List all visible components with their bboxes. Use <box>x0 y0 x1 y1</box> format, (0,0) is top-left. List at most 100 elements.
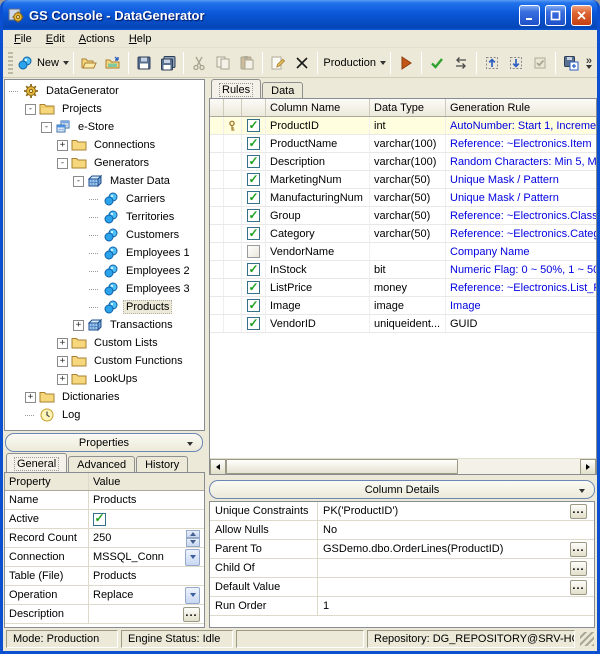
tree-item-log[interactable]: Log <box>5 406 204 424</box>
menu-help[interactable]: Help <box>122 31 159 47</box>
tree-item-transactions[interactable]: +Transactions <box>5 316 204 334</box>
rule-row-productname[interactable]: ProductName varchar(100) Reference: ~Ele… <box>210 135 596 153</box>
tree-item-projects[interactable]: -Projects <box>5 100 204 118</box>
detail-row-run-order[interactable]: Run Order 1 <box>210 597 594 616</box>
sync-button[interactable] <box>449 50 473 75</box>
column-header-data-type[interactable]: Data Type <box>370 99 446 116</box>
parent-to-ellipsis-button[interactable] <box>570 542 587 557</box>
scrollbar-thumb[interactable] <box>226 459 458 474</box>
toolbar-grip[interactable] <box>8 52 13 74</box>
minimize-button[interactable] <box>519 5 540 26</box>
fill-up-button[interactable] <box>480 50 504 75</box>
unique-constraints-ellipsis-button[interactable] <box>570 504 587 519</box>
rule-row-group[interactable]: Group varchar(50) Reference: ~Electronic… <box>210 207 596 225</box>
operation-value[interactable]: Replace <box>93 589 133 601</box>
row-checkbox[interactable] <box>247 263 260 276</box>
tree-item-custom-functions[interactable]: +Custom Functions <box>5 352 204 370</box>
property-row-description[interactable]: Description <box>5 605 204 624</box>
row-checkbox[interactable] <box>247 137 260 150</box>
tree-item-employees-2[interactable]: Employees 2 <box>5 262 204 280</box>
menu-actions[interactable]: Actions <box>72 31 122 47</box>
collapse-box-icon[interactable]: - <box>57 158 68 169</box>
save-all-button[interactable] <box>156 50 180 75</box>
tree-item-carriers[interactable]: Carriers <box>5 190 204 208</box>
properties-panel-header[interactable]: Properties <box>5 433 203 452</box>
expand-box-icon[interactable]: + <box>57 338 68 349</box>
rule-row-listprice[interactable]: ListPrice money Reference: ~Electronics.… <box>210 279 596 297</box>
maximize-button[interactable] <box>545 5 566 26</box>
horizontal-scrollbar[interactable] <box>210 458 596 474</box>
collapse-box-icon[interactable]: - <box>73 176 84 187</box>
connection-dropdown-button[interactable] <box>185 549 200 566</box>
default-value-ellipsis-button[interactable] <box>570 580 587 595</box>
delete-button[interactable] <box>290 50 314 75</box>
tree-item-e-store[interactable]: -e-Store <box>5 118 204 136</box>
property-row-operation[interactable]: Operation Replace <box>5 586 204 605</box>
rule-row-vendorid[interactable]: VendorID uniqueident... GUID <box>210 315 596 333</box>
tree-item-employees-3[interactable]: Employees 3 <box>5 280 204 298</box>
row-checkbox[interactable] <box>247 281 260 294</box>
run-button[interactable] <box>394 50 418 75</box>
row-checkbox[interactable] <box>247 317 260 330</box>
row-checkbox[interactable] <box>247 245 260 258</box>
open-repository-button[interactable] <box>101 50 125 75</box>
rule-row-instock[interactable]: InStock bit Numeric Flag: 0 ~ 50%, 1 ~ 5… <box>210 261 596 279</box>
scroll-left-button[interactable] <box>210 459 226 475</box>
tree-item-customers[interactable]: Customers <box>5 226 204 244</box>
tree-item-datagenerator[interactable]: DataGenerator <box>5 82 204 100</box>
rule-row-description[interactable]: Description varchar(100) Random Characte… <box>210 153 596 171</box>
column-details-header[interactable]: Column Details <box>209 480 595 499</box>
tab-advanced[interactable]: Advanced <box>68 456 135 472</box>
expand-box-icon[interactable]: + <box>57 140 68 151</box>
tree-item-master-data[interactable]: -Master Data <box>5 172 204 190</box>
quantity-stepper[interactable] <box>186 530 200 547</box>
collapse-box-icon[interactable]: - <box>41 122 52 133</box>
edit-button[interactable] <box>266 50 290 75</box>
close-button[interactable] <box>571 5 592 26</box>
open-button[interactable] <box>77 50 101 75</box>
scrollbar-track[interactable] <box>458 459 580 474</box>
tree-item-territories[interactable]: Territories <box>5 208 204 226</box>
tree-item-products[interactable]: Products <box>5 298 204 316</box>
detail-row-parent-to[interactable]: Parent To GSDemo.dbo.OrderLines(ProductI… <box>210 540 594 559</box>
tab-general[interactable]: General <box>6 453 67 472</box>
expand-box-icon[interactable]: + <box>57 374 68 385</box>
collapse-box-icon[interactable]: - <box>25 104 36 115</box>
save-button[interactable] <box>132 50 156 75</box>
child-of-ellipsis-button[interactable] <box>570 561 587 576</box>
menu-file[interactable]: File <box>7 31 39 47</box>
tab-data[interactable]: Data <box>262 82 303 98</box>
title-bar[interactable]: GS Console - DataGenerator <box>3 0 597 30</box>
resize-grip[interactable] <box>580 632 594 646</box>
property-row-name[interactable]: Name Products <box>5 491 204 510</box>
expand-box-icon[interactable]: + <box>57 356 68 367</box>
row-checkbox[interactable] <box>247 227 260 240</box>
fill-down-button[interactable] <box>504 50 528 75</box>
row-checkbox[interactable] <box>247 119 260 132</box>
detail-row-default-value[interactable]: Default Value <box>210 578 594 597</box>
rule-row-manufacturingnum[interactable]: ManufacturingNum varchar(50) Unique Mask… <box>210 189 596 207</box>
tree-item-lookups[interactable]: +LookUps <box>5 370 204 388</box>
tab-history[interactable]: History <box>136 456 188 472</box>
tree-item-connections[interactable]: +Connections <box>5 136 204 154</box>
property-row-record-count[interactable]: Record Count 250 <box>5 529 204 548</box>
row-checkbox[interactable] <box>247 173 260 186</box>
tree-item-dictionaries[interactable]: +Dictionaries <box>5 388 204 406</box>
expand-box-icon[interactable]: + <box>73 320 84 331</box>
description-ellipsis-button[interactable] <box>183 607 200 622</box>
mode-dropdown[interactable]: Production <box>321 50 386 75</box>
save-copy-button[interactable] <box>559 50 583 75</box>
tree-item-custom-lists[interactable]: +Custom Lists <box>5 334 204 352</box>
row-checkbox[interactable] <box>247 155 260 168</box>
property-row-connection[interactable]: Connection MSSQL_Conn <box>5 548 204 567</box>
property-row-table-file[interactable]: Table (File) Products <box>5 567 204 586</box>
cut-button[interactable] <box>187 50 211 75</box>
scroll-right-button[interactable] <box>580 459 596 475</box>
operation-dropdown-button[interactable] <box>185 587 200 604</box>
tree-item-generators[interactable]: -Generators <box>5 154 204 172</box>
detail-row-allow-nulls[interactable]: Allow Nulls No <box>210 521 594 540</box>
rule-row-category[interactable]: Category varchar(50) Reference: ~Electro… <box>210 225 596 243</box>
validate-button[interactable] <box>425 50 449 75</box>
paste-button[interactable] <box>235 50 259 75</box>
rule-row-image[interactable]: Image image Image <box>210 297 596 315</box>
